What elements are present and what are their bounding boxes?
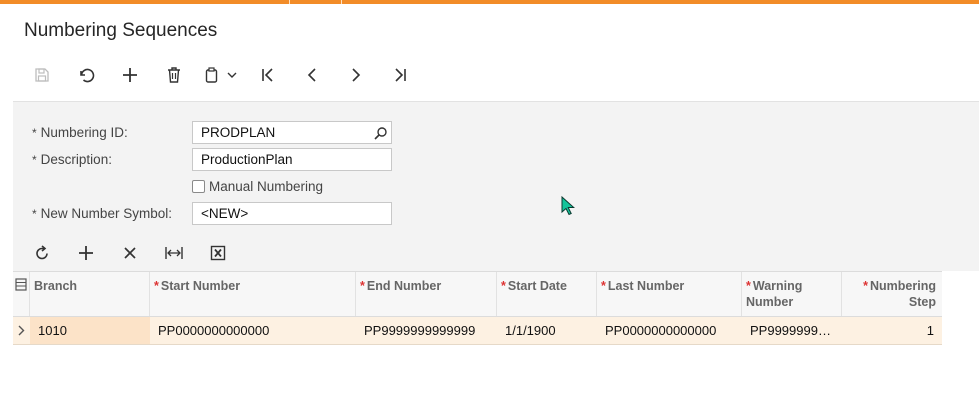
mouse-cursor-icon [561, 196, 575, 216]
column-header-start-date[interactable]: * Start Date [497, 272, 597, 316]
new-number-symbol-field[interactable]: <NEW> [192, 202, 392, 225]
row-selector[interactable] [13, 317, 30, 344]
main-toolbar [20, 62, 422, 88]
column-settings-icon [15, 278, 27, 291]
column-header-branch[interactable]: Branch [30, 272, 150, 316]
first-record-button[interactable] [246, 62, 290, 88]
page-title: Numbering Sequences [24, 20, 218, 41]
add-icon [123, 68, 137, 82]
cell-warning-number[interactable]: PP9999999… [742, 317, 842, 344]
description-field[interactable]: ProductionPlan [192, 148, 392, 171]
next-record-button[interactable] [334, 62, 378, 88]
previous-record-button[interactable] [290, 62, 334, 88]
next-record-icon [352, 68, 361, 82]
chevron-down-icon [227, 72, 237, 78]
delete-icon [168, 67, 180, 83]
manual-numbering-label: Manual Numbering [209, 179, 324, 194]
first-record-icon [262, 68, 273, 82]
delete-button[interactable] [152, 62, 196, 88]
save-button[interactable] [20, 62, 64, 88]
export-excel-button[interactable] [196, 241, 240, 265]
chevron-right-icon [18, 325, 25, 336]
refresh-button[interactable] [20, 241, 64, 265]
manual-numbering-checkbox-row[interactable]: Manual Numbering [192, 179, 323, 194]
copy-paste-icon [205, 67, 218, 83]
search-icon[interactable] [374, 125, 388, 146]
cell-branch[interactable]: 1010 [30, 317, 150, 344]
undo-icon [80, 68, 95, 83]
cell-start-date[interactable]: 1/1/1900 [497, 317, 597, 344]
column-settings-button[interactable] [13, 272, 30, 316]
column-header-last-number[interactable]: * Last Number [597, 272, 742, 316]
export-excel-icon [210, 245, 226, 261]
numbering-id-label: * Numbering ID: [32, 125, 128, 140]
cell-last-number[interactable]: PP0000000000000 [597, 317, 742, 344]
grid-header: Branch * Start Number * End Number * Start … [13, 271, 942, 317]
cell-end-number[interactable]: PP9999999999999 [356, 317, 497, 344]
previous-record-icon [307, 68, 316, 82]
refresh-icon [36, 245, 48, 260]
new-number-symbol-label: * New Number Symbol: [32, 206, 172, 221]
cell-numbering-step[interactable]: 1 [842, 317, 942, 344]
column-header-start-number[interactable]: * Start Number [150, 272, 356, 316]
save-icon [35, 68, 49, 82]
top-accent-bar [0, 0, 979, 4]
description-label: * Description: [32, 152, 112, 167]
delete-row-icon [124, 247, 136, 259]
manual-numbering-checkbox[interactable] [192, 180, 205, 193]
last-record-icon [395, 68, 406, 82]
column-header-warning-number[interactable]: * Warning Number [742, 272, 842, 316]
column-header-end-number[interactable]: * End Number [356, 272, 497, 316]
table-row[interactable]: 1010 PP0000000000000 PP9999999999999 1/1… [13, 317, 942, 345]
add-row-icon [79, 246, 93, 260]
column-header-numbering-step[interactable]: * Numbering Step [842, 272, 942, 316]
grid-toolbar [20, 241, 240, 265]
copy-paste-menu-button[interactable] [196, 62, 246, 88]
fit-width-icon [165, 247, 183, 259]
add-row-button[interactable] [64, 241, 108, 265]
delete-row-button[interactable] [108, 241, 152, 265]
cell-start-number[interactable]: PP0000000000000 [150, 317, 356, 344]
fit-width-button[interactable] [152, 241, 196, 265]
undo-button[interactable] [64, 62, 108, 88]
add-button[interactable] [108, 62, 152, 88]
numbering-id-field[interactable]: PRODPLAN [192, 121, 392, 144]
last-record-button[interactable] [378, 62, 422, 88]
numbering-sequences-grid: Branch * Start Number * End Number * Start … [13, 271, 942, 345]
